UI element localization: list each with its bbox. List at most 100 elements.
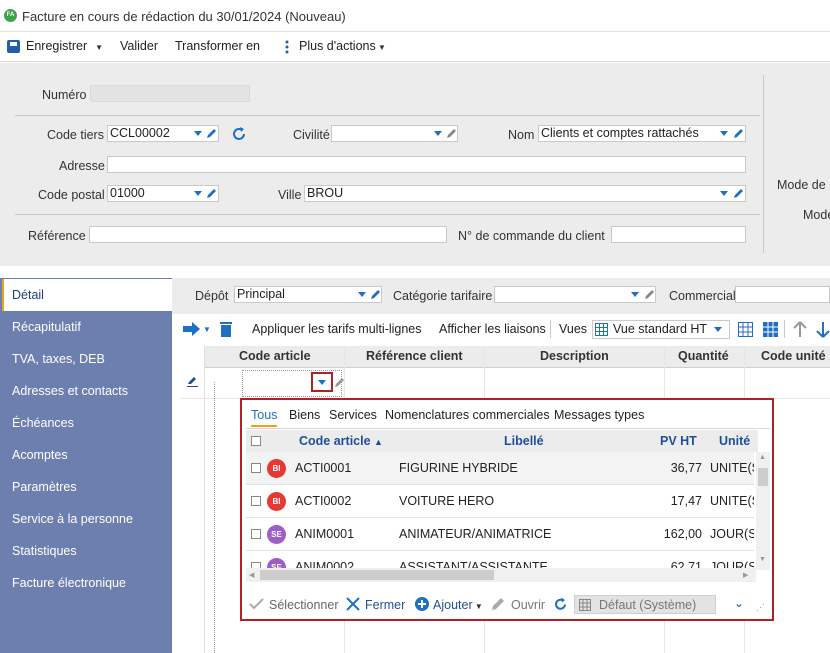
col-reference-client[interactable]: Référence client xyxy=(366,349,463,363)
select-button[interactable]: Sélectionner xyxy=(269,598,339,612)
chevron-down-icon[interactable] xyxy=(434,131,442,136)
open-button[interactable]: Ouvrir xyxy=(511,598,545,612)
app-badge: FA xyxy=(4,9,17,22)
apply-tariffs-button[interactable]: Appliquer les tarifs multi-lignes xyxy=(252,322,422,336)
sidebar-item-detail[interactable]: Détail xyxy=(2,279,172,311)
row-unite: UNITE(S xyxy=(710,494,754,508)
nom-label: Nom xyxy=(508,128,535,142)
tab-biens[interactable]: Biens xyxy=(289,408,320,422)
chevron-down-icon[interactable]: ⌄ xyxy=(734,596,744,610)
validate-button[interactable]: Valider xyxy=(120,39,158,53)
popup-footer: Sélectionner Fermer Ajouter ▼ Ouvrir Déf… xyxy=(246,593,770,617)
code-tiers-field[interactable]: CCL00002 xyxy=(107,125,219,142)
popup-col-code[interactable]: Code article ▲ xyxy=(299,434,383,448)
ville-field[interactable]: BROU xyxy=(304,185,746,202)
scrollbar-thumb[interactable] xyxy=(758,468,768,486)
popup-col-pv[interactable]: PV HT xyxy=(660,434,697,448)
code-postal-field[interactable]: 01000 xyxy=(107,185,219,202)
col-quantite[interactable]: Quantité xyxy=(678,349,729,363)
chevron-down-icon[interactable] xyxy=(358,292,366,297)
nom-field[interactable]: Clients et comptes rattachés xyxy=(538,125,746,142)
col-code-article[interactable]: Code article xyxy=(239,349,311,363)
grid-settings-icon[interactable] xyxy=(738,322,753,337)
popup-col-libelle[interactable]: Libellé xyxy=(504,434,544,448)
close-button[interactable]: Fermer xyxy=(365,598,405,612)
scrollbar-thumb[interactable] xyxy=(260,570,494,580)
pencil-icon[interactable] xyxy=(206,188,217,199)
chevron-down-icon[interactable] xyxy=(194,131,202,136)
commande-field[interactable] xyxy=(611,226,746,243)
add-button[interactable]: Ajouter ▼ xyxy=(433,598,483,612)
more-actions-button[interactable]: Plus d'actions ▼ xyxy=(299,39,386,53)
select-all-checkbox[interactable] xyxy=(251,436,261,446)
more-icon xyxy=(285,39,289,55)
chevron-down-icon[interactable]: ▼ xyxy=(203,325,211,334)
chevron-down-icon[interactable] xyxy=(714,327,722,332)
pencil-icon[interactable] xyxy=(644,289,655,300)
sidebar-item-acomptes[interactable]: Acomptes xyxy=(0,439,172,471)
pencil-icon[interactable] xyxy=(733,188,744,199)
arrow-up-icon[interactable] xyxy=(793,321,807,338)
edit-row-icon[interactable] xyxy=(187,376,198,387)
chevron-down-icon[interactable] xyxy=(194,191,202,196)
pencil-icon[interactable] xyxy=(206,128,217,139)
scroll-right-icon[interactable]: ▶ xyxy=(743,571,748,579)
tab-nomenclatures[interactable]: Nomenclatures commerciales xyxy=(385,408,550,422)
row-checkbox[interactable] xyxy=(251,496,261,506)
sidebar-item-recapitulatif[interactable]: Récapitulatif xyxy=(0,311,172,343)
code-article-dropdown-button[interactable] xyxy=(311,372,333,392)
commercial-field[interactable] xyxy=(735,286,830,303)
chevron-down-icon[interactable] xyxy=(720,131,728,136)
reference-field[interactable] xyxy=(89,226,447,243)
tab-messages-types[interactable]: Messages types xyxy=(554,408,644,422)
popup-col-unite[interactable]: Unité xyxy=(719,434,750,448)
popup-view-select[interactable]: Défaut (Système) xyxy=(574,595,716,614)
scroll-left-icon[interactable]: ◀ xyxy=(249,571,254,579)
row-checkbox[interactable] xyxy=(251,529,261,539)
resize-grip-icon[interactable]: ⋰ xyxy=(756,602,765,613)
sidebar-item-statistiques[interactable]: Statistiques xyxy=(0,535,172,567)
pencil-icon[interactable] xyxy=(370,289,381,300)
transform-button[interactable]: Transformer en xyxy=(175,39,260,53)
show-links-button[interactable]: Afficher les liaisons xyxy=(439,322,546,336)
table-row[interactable]: BI ACTI0001 FIGURINE HYBRIDE 36,77 UNITE… xyxy=(246,452,754,485)
code-postal-value: 01000 xyxy=(110,186,145,200)
tab-services[interactable]: Services xyxy=(329,408,377,422)
view-select[interactable]: Vue standard HT xyxy=(592,320,730,339)
table-row[interactable]: SE ANIM0001 ANIMATEUR/ANIMATRICE 162,00 … xyxy=(246,518,754,551)
arrow-down-icon[interactable] xyxy=(816,321,830,338)
sidebar-item-facture-electronique[interactable]: Facture électronique xyxy=(0,567,172,599)
refresh-icon[interactable] xyxy=(553,597,568,612)
col-description[interactable]: Description xyxy=(540,349,609,363)
mode-label-1: Mode de r xyxy=(777,178,830,192)
scroll-down-icon[interactable]: ▼ xyxy=(759,556,766,563)
refresh-icon[interactable] xyxy=(230,125,248,143)
scroll-up-icon[interactable]: ▲ xyxy=(759,454,766,461)
vertical-scrollbar[interactable]: ▲ ▼ xyxy=(756,452,770,570)
sidebar-item-parametres[interactable]: Paramètres xyxy=(0,471,172,503)
row-libelle: FIGURINE HYBRIDE xyxy=(399,461,518,475)
sidebar-item-service[interactable]: Service à la personne xyxy=(0,503,172,535)
trash-icon[interactable] xyxy=(219,320,233,338)
pencil-icon[interactable] xyxy=(334,377,345,388)
chevron-down-icon xyxy=(318,380,326,385)
table-row[interactable]: BI ACTI0002 VOITURE HERO 17,47 UNITE(S xyxy=(246,485,754,518)
horizontal-scrollbar[interactable]: ◀ ▶ xyxy=(246,568,756,582)
sidebar-item-adresses[interactable]: Adresses et contacts xyxy=(0,375,172,407)
pencil-icon[interactable] xyxy=(733,128,744,139)
arrow-right-icon[interactable] xyxy=(182,321,202,337)
save-button[interactable]: Enregistrer ▼ xyxy=(26,39,103,53)
sort-ascending-icon: ▲ xyxy=(374,437,383,447)
tab-tous[interactable]: Tous xyxy=(251,408,278,427)
commande-label: N° de commande du client xyxy=(458,229,605,243)
grid-layout-icon[interactable] xyxy=(763,322,778,337)
row-checkbox[interactable] xyxy=(251,463,261,473)
adresse-field[interactable] xyxy=(107,156,746,173)
pencil-icon[interactable] xyxy=(446,128,457,139)
col-code-unite[interactable]: Code unité xyxy=(761,349,826,363)
sidebar-item-echeances[interactable]: Échéances xyxy=(0,407,172,439)
sidebar-item-tva[interactable]: TVA, taxes, DEB xyxy=(0,343,172,375)
chevron-down-icon[interactable] xyxy=(720,191,728,196)
bien-badge: BI xyxy=(267,459,286,478)
chevron-down-icon[interactable] xyxy=(631,292,639,297)
